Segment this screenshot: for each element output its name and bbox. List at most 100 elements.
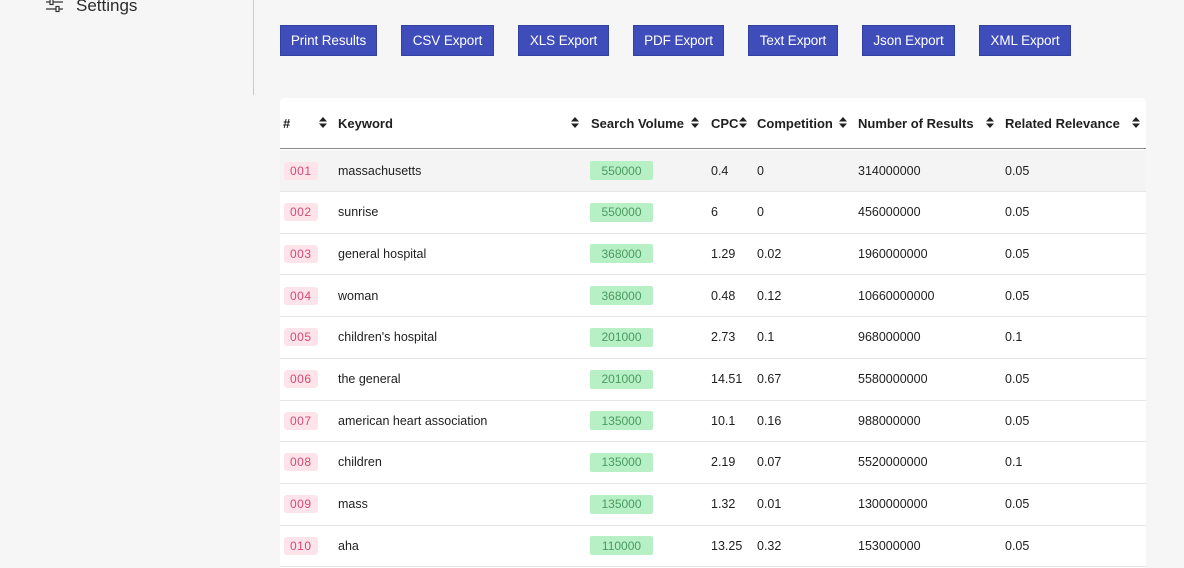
column-header-keyword[interactable]: Keyword xyxy=(338,98,393,149)
row-index-cell: 004 xyxy=(284,275,318,316)
row-number-of-results-cell: 1960000000 xyxy=(858,233,928,274)
row-keyword: sunrise xyxy=(338,205,379,220)
row-cpc: 2.73 xyxy=(711,330,736,345)
row-search-volume-cell: 550000 xyxy=(590,150,653,191)
row-related-relevance-cell: 0.1 xyxy=(1005,442,1022,483)
row-number-of-results: 456000000 xyxy=(858,205,921,220)
row-related-relevance: 0.05 xyxy=(1005,413,1030,428)
row-number-of-results-cell: 314000000 xyxy=(858,150,921,191)
print-results-button[interactable]: Print Results xyxy=(280,25,377,56)
table-row[interactable]: 009 mass 135000 1.32 0.01 1300000000 0.05 xyxy=(280,484,1146,526)
row-related-relevance-cell: 0.05 xyxy=(1005,400,1029,441)
sort-icon[interactable] xyxy=(1132,117,1140,128)
sort-icon[interactable] xyxy=(739,117,747,128)
sort-icon[interactable] xyxy=(571,117,579,128)
row-cpc-cell: 2.73 xyxy=(711,317,735,358)
row-search-volume-badge: 201000 xyxy=(590,369,653,389)
column-header-number-of-results[interactable]: Number of Results xyxy=(858,98,974,149)
row-search-volume-badge: 110000 xyxy=(590,536,653,556)
table-row[interactable]: 005 children's hospital 201000 2.73 0.1 96800… xyxy=(280,317,1146,359)
row-cpc: 13.25 xyxy=(711,538,743,553)
row-keyword: aha xyxy=(338,538,359,553)
row-cpc: 1.29 xyxy=(711,246,736,261)
row-related-relevance: 0.1 xyxy=(1005,330,1023,345)
row-competition-cell: 0.32 xyxy=(757,525,781,566)
table-row[interactable]: 010 aha 110000 13.25 0.32 153000000 0.05 xyxy=(280,525,1146,568)
xml-export-button[interactable]: XML Export xyxy=(979,25,1071,56)
row-search-volume-badge: 368000 xyxy=(590,286,653,306)
row-cpc: 14.51 xyxy=(711,372,743,386)
row-search-volume-badge: 550000 xyxy=(590,161,653,180)
row-competition-cell: 0.07 xyxy=(757,442,781,483)
row-related-relevance: 0.05 xyxy=(1005,163,1030,178)
row-related-relevance: 0.05 xyxy=(1005,288,1030,303)
row-search-volume-badge: 135000 xyxy=(590,452,653,472)
column-header-search-volume[interactable]: Search Volume xyxy=(591,98,684,149)
row-cpc: 2.19 xyxy=(711,455,736,470)
sidebar-item-settings[interactable]: Settings xyxy=(46,0,137,16)
xls-export-button[interactable]: XLS Export xyxy=(518,25,609,56)
row-cpc-cell: 1.29 xyxy=(711,233,735,274)
row-search-volume-badge: 135000 xyxy=(590,411,653,431)
text-export-button[interactable]: Text Export xyxy=(748,25,838,56)
row-competition-cell: 0 xyxy=(757,150,764,191)
row-number-of-results-cell: 988000000 xyxy=(858,400,921,441)
row-number-of-results-cell: 10660000000 xyxy=(858,275,934,316)
table-row[interactable]: 002 sunrise 550000 6 0 456000000 0.05 xyxy=(280,192,1146,234)
row-number-of-results: 1300000000 xyxy=(858,497,928,512)
row-search-volume-cell: 135000 xyxy=(590,442,653,483)
sort-icon[interactable] xyxy=(319,117,327,128)
row-related-relevance-cell: 0.1 xyxy=(1005,317,1022,358)
row-cpc: 0.48 xyxy=(711,288,736,303)
column-header-related-relevance[interactable]: Related Relevance xyxy=(1005,98,1120,149)
row-competition: 0.16 xyxy=(757,413,782,428)
row-index-badge: 009 xyxy=(284,495,318,514)
pdf-export-button[interactable]: PDF Export xyxy=(633,25,724,56)
row-related-relevance-cell: 0.05 xyxy=(1005,233,1029,274)
row-index-badge: 010 xyxy=(284,536,318,555)
table-row[interactable]: 008 children 135000 2.19 0.07 5520000000 0.1 xyxy=(280,442,1146,484)
row-search-volume-cell: 368000 xyxy=(590,275,653,316)
row-keyword: the general xyxy=(338,372,401,386)
row-keyword-cell: mass xyxy=(338,484,368,525)
row-number-of-results: 153000000 xyxy=(858,538,921,553)
row-index-cell: 006 xyxy=(284,359,318,400)
row-index-badge: 002 xyxy=(284,203,318,222)
sort-icon[interactable] xyxy=(986,117,994,128)
row-keyword-cell: american heart association xyxy=(338,400,487,441)
row-keyword-cell: children's hospital xyxy=(338,317,437,358)
csv-export-button[interactable]: CSV Export xyxy=(401,25,494,56)
row-competition: 0.01 xyxy=(757,497,782,512)
column-header-cpc[interactable]: CPC xyxy=(711,98,738,149)
row-cpc-cell: 13.25 xyxy=(711,525,742,566)
column-header-index[interactable]: # xyxy=(283,98,290,149)
row-cpc-cell: 0.48 xyxy=(711,275,735,316)
row-index-cell: 007 xyxy=(284,400,318,441)
row-index-cell: 009 xyxy=(284,484,318,525)
table-row[interactable]: 007 american heart association 135000 10.1 0… xyxy=(280,400,1146,443)
row-index-badge: 005 xyxy=(284,328,318,347)
row-number-of-results: 10660000000 xyxy=(858,288,935,303)
row-search-volume-cell: 135000 xyxy=(590,484,653,525)
row-number-of-results-cell: 5580000000 xyxy=(858,359,928,400)
sort-icon[interactable] xyxy=(839,117,847,128)
row-search-volume-badge: 550000 xyxy=(590,202,653,222)
row-keyword-cell: aha xyxy=(338,525,359,566)
keyword-results-table: # Keyword Search Volume CPC Competition … xyxy=(280,98,1146,568)
row-competition-cell: 0.67 xyxy=(757,359,781,400)
row-competition-cell: 0.12 xyxy=(757,275,781,316)
table-row[interactable]: 004 woman 368000 0.48 0.12 10660000000 0.05 xyxy=(280,275,1146,318)
row-keyword: mass xyxy=(338,497,368,512)
column-header-competition[interactable]: Competition xyxy=(757,98,833,149)
json-export-button[interactable]: Json Export xyxy=(862,25,955,56)
table-row[interactable]: 001 massachusetts 550000 0.4 0 314000000 0.05 xyxy=(280,150,1146,192)
table-row[interactable]: 006 the general 201000 14.51 0.67 5580000000 0… xyxy=(280,359,1146,401)
row-competition: 0.67 xyxy=(757,372,782,386)
row-index-cell: 001 xyxy=(284,150,318,191)
row-related-relevance: 0.05 xyxy=(1005,372,1030,386)
row-index-badge: 001 xyxy=(284,161,318,180)
row-keyword: woman xyxy=(338,288,379,303)
table-row[interactable]: 003 general hospital 368000 1.29 0.02 1960000… xyxy=(280,233,1146,276)
sort-icon[interactable] xyxy=(691,117,699,128)
row-search-volume-badge: 135000 xyxy=(590,494,653,514)
